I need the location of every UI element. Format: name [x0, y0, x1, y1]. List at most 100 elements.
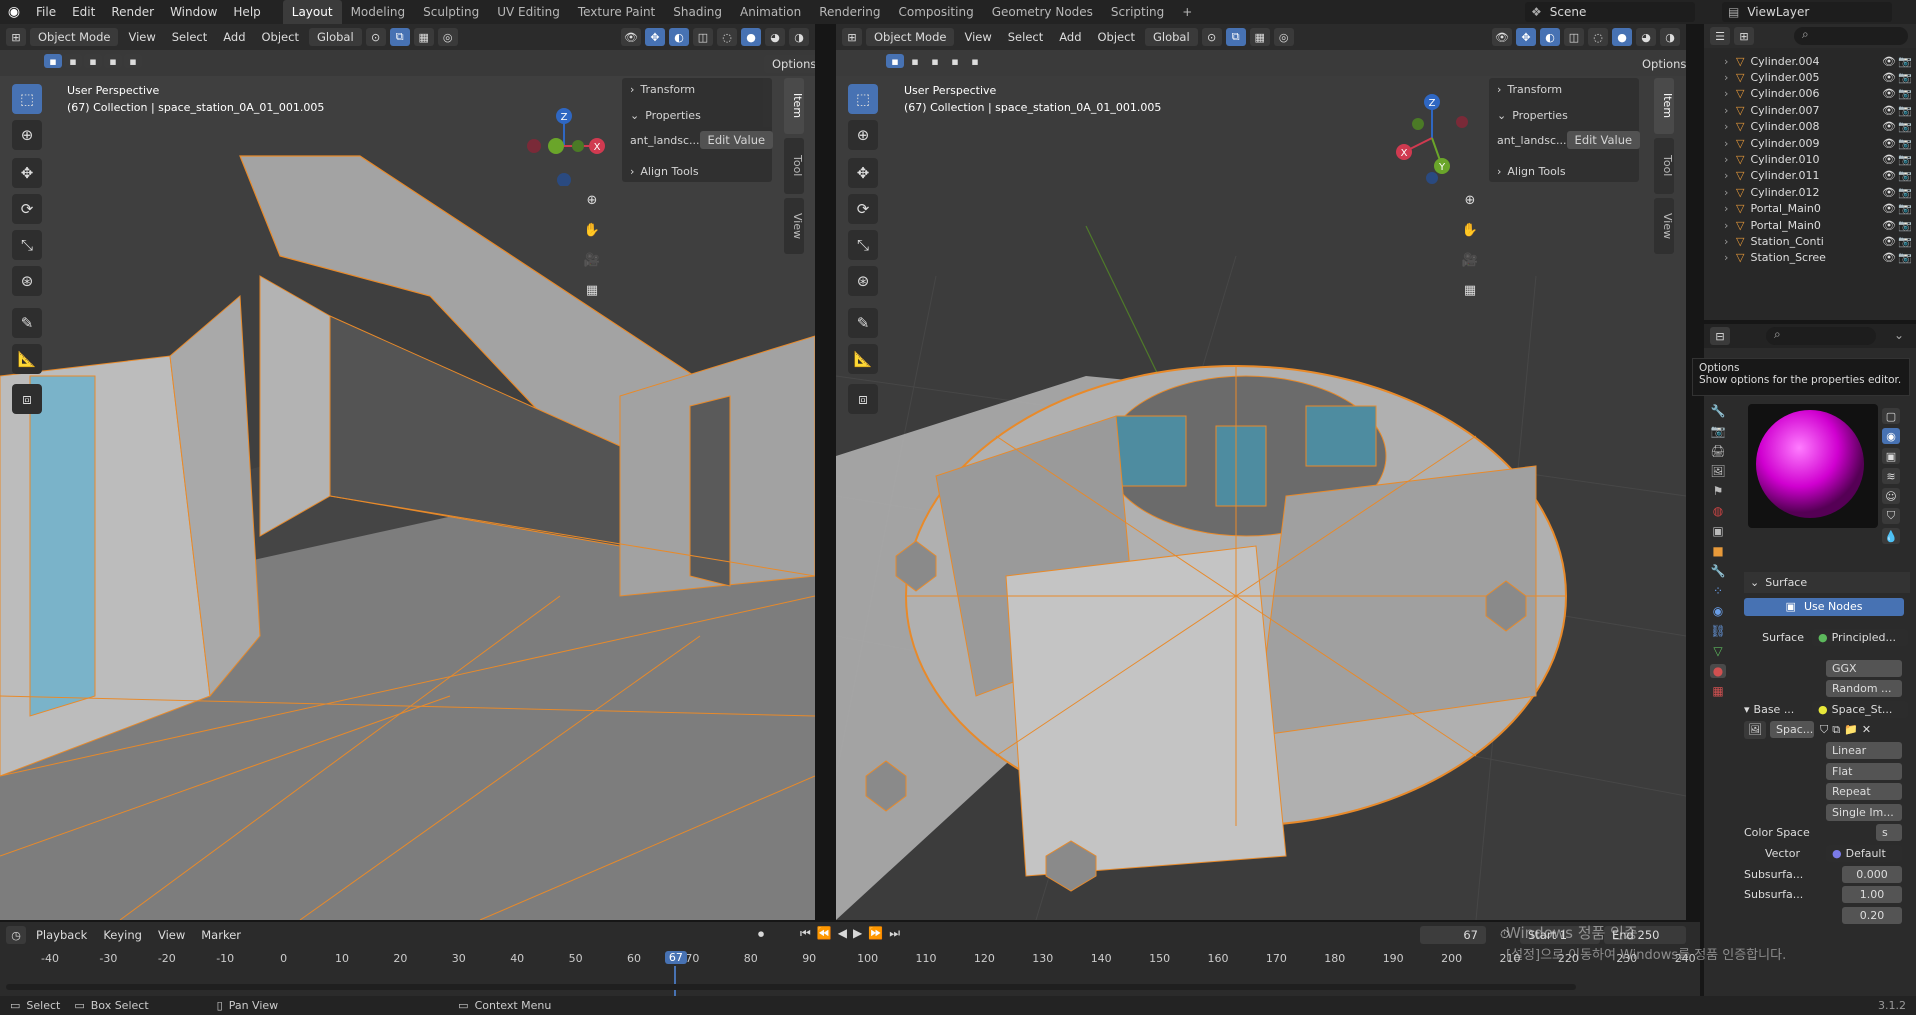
shading-material-icon[interactable]: ◕ — [1636, 28, 1656, 46]
viewport-left[interactable]: ⊞ Object Mode View Select Add Object Glo… — [0, 24, 815, 920]
properties-section[interactable]: ⌄ Properties — [1489, 104, 1639, 126]
next-keyframe-icon[interactable]: ⏩ — [868, 926, 883, 941]
tool-scale[interactable]: ⤡ — [12, 230, 42, 260]
expand-arrow-icon[interactable]: › — [1724, 251, 1728, 264]
select-extend-icon[interactable]: ▪ — [906, 54, 924, 68]
options-button[interactable]: Options — [764, 55, 815, 73]
select-intersect-icon[interactable]: ▪ — [966, 54, 984, 68]
tool-select-box[interactable]: ⬚ — [12, 84, 42, 114]
visibility-icon[interactable]: 👁 — [1492, 28, 1512, 46]
playback-menu[interactable]: Playback — [30, 928, 93, 942]
vector-field[interactable]: ● Default — [1826, 844, 1902, 862]
transform-section[interactable]: › Transform — [622, 78, 772, 100]
zoom-icon[interactable]: ⊕ — [1458, 188, 1482, 212]
overlay-icon[interactable]: ◐ — [669, 28, 689, 46]
camera-render-icon[interactable]: 📷 — [1898, 71, 1912, 84]
expand-arrow-icon[interactable]: › — [1724, 153, 1728, 166]
outliner-editor-icon[interactable]: ☰ — [1710, 27, 1730, 45]
timeline-scrollbar[interactable] — [6, 984, 1576, 990]
fake-user-icon[interactable]: ⛉ — [1820, 723, 1828, 737]
select-extend-icon[interactable]: ▪ — [64, 54, 82, 68]
use-nodes-button[interactable]: ▣ Use Nodes — [1744, 597, 1904, 616]
select-intersect-icon[interactable]: ▪ — [124, 54, 142, 68]
camera-render-icon[interactable]: 📷 — [1898, 137, 1912, 150]
world-tab-icon[interactable]: ◍ — [1713, 504, 1723, 518]
camera-render-icon[interactable]: 📷 — [1898, 251, 1912, 264]
outliner-search[interactable]: ⌕ — [1794, 27, 1908, 45]
data-tab-icon[interactable]: ▽ — [1713, 644, 1722, 658]
particles-tab-icon[interactable]: ⁘ — [1713, 584, 1723, 598]
eye-icon[interactable]: 👁 — [1882, 202, 1896, 215]
shading-wire-icon[interactable]: ◌ — [717, 28, 737, 46]
source-dropdown[interactable]: Single Im... — [1826, 803, 1902, 821]
tab-compositing[interactable]: Compositing — [889, 0, 982, 24]
duplicate-icon[interactable]: ⧉ — [1832, 723, 1840, 737]
eye-icon[interactable]: 👁 — [1882, 71, 1896, 84]
timeline-editor-icon[interactable]: ◷ — [6, 926, 26, 944]
mode-dropdown[interactable]: Object Mode — [866, 28, 955, 46]
tool-move[interactable]: ✥ — [848, 158, 878, 188]
tool-add-cube[interactable]: ⧈ — [848, 384, 878, 414]
expand-arrow-icon[interactable]: › — [1724, 169, 1728, 182]
select-subtract-icon[interactable]: ▪ — [926, 54, 944, 68]
outliner-row[interactable]: › ▽ Station_Conti 👁 📷 — [1704, 233, 1916, 249]
edit-value-button[interactable]: Edit Value — [1566, 131, 1641, 149]
navigation-gizmo[interactable]: Z X — [522, 102, 606, 186]
orientation-dropdown[interactable]: Global — [1144, 28, 1198, 46]
physics-tab-icon[interactable]: ◉ — [1713, 604, 1723, 618]
surface-section-header[interactable]: ⌄ Surface — [1744, 572, 1910, 593]
xray-icon[interactable]: ◫ — [693, 28, 713, 46]
shading-wire-icon[interactable]: ◌ — [1588, 28, 1608, 46]
current-frame-field[interactable]: 67 — [1420, 926, 1486, 944]
outliner-row[interactable]: › ▽ Cylinder.004 👁 📷 — [1704, 53, 1916, 69]
view-layer-selector[interactable]: ▤ ViewLayer — [1722, 2, 1892, 22]
texture-tab-icon[interactable]: ▦ — [1712, 684, 1723, 698]
transform-section[interactable]: › Transform — [1489, 78, 1639, 100]
tab-uv-editing[interactable]: UV Editing — [488, 0, 569, 24]
visibility-icon[interactable]: 👁 — [621, 28, 641, 46]
outliner-row[interactable]: › ▽ Cylinder.010 👁 📷 — [1704, 151, 1916, 167]
blender-logo-icon[interactable]: ◉ — [0, 4, 28, 20]
shading-rendered-icon[interactable]: ◑ — [1660, 28, 1680, 46]
eye-icon[interactable]: 👁 — [1882, 153, 1896, 166]
properties-editor-icon[interactable]: ⊟ — [1710, 327, 1730, 345]
outliner-row[interactable]: › ▽ Cylinder.005 👁 📷 — [1704, 69, 1916, 85]
gizmo-icon[interactable]: ✥ — [645, 28, 665, 46]
eye-icon[interactable]: 👁 — [1882, 87, 1896, 100]
preview-cube-icon[interactable]: ▣ — [1882, 448, 1900, 464]
eye-icon[interactable]: 👁 — [1882, 235, 1896, 248]
viewport-right[interactable]: ⊞ Object Mode View Select Add Object Glo… — [836, 24, 1686, 920]
view-layer-tab-icon[interactable]: 🖼 — [1710, 464, 1725, 478]
outliner-row[interactable]: › ▽ Cylinder.008 👁 📷 — [1704, 119, 1916, 135]
select-mode-buttons[interactable]: ▪ ▪ ▪ ▪ ▪ — [44, 54, 142, 68]
camera-render-icon[interactable]: 📷 — [1898, 186, 1912, 199]
material-tab-icon[interactable]: ● — [1709, 664, 1727, 678]
tab-layout[interactable]: Layout — [282, 0, 342, 24]
expand-arrow-icon[interactable]: › — [1724, 219, 1728, 232]
tab-scripting[interactable]: Scripting — [1102, 0, 1173, 24]
tool-add-cube[interactable]: ⧈ — [12, 384, 42, 414]
tool-transform[interactable]: ⊛ — [12, 266, 42, 296]
camera-icon[interactable]: 🎥 — [580, 248, 604, 272]
tool-annotate[interactable]: ✎ — [12, 308, 42, 338]
preview-plane-icon[interactable]: ▢ — [1882, 408, 1900, 424]
shading-rendered-icon[interactable]: ◑ — [789, 28, 809, 46]
tool-cursor[interactable]: ⊕ — [848, 120, 878, 150]
eye-icon[interactable]: 👁 — [1882, 104, 1896, 117]
select-new-icon[interactable]: ▪ — [44, 54, 62, 68]
timeline-ruler[interactable]: -40 -30 -20 -10 0 10 20 30 40 50 60 70 80 90 100 110 120… — [0, 952, 1700, 970]
eye-icon[interactable]: 👁 — [1882, 219, 1896, 232]
outliner-row[interactable]: › ▽ Cylinder.009 👁 📷 — [1704, 135, 1916, 151]
camera-icon[interactable]: 🎥 — [1458, 248, 1482, 272]
overlay-icon[interactable]: ◐ — [1540, 28, 1560, 46]
ortho-grid-icon[interactable]: ▦ — [580, 278, 604, 302]
tool-rotate[interactable]: ⟳ — [848, 194, 878, 224]
orientation-dropdown[interactable]: Global — [308, 28, 362, 46]
eye-icon[interactable]: 👁 — [1882, 55, 1896, 68]
play-reverse-icon[interactable]: ◀ — [838, 926, 847, 941]
surface-field[interactable]: ● Principled... — [1812, 628, 1908, 646]
menu-object[interactable]: Object — [256, 30, 305, 44]
camera-render-icon[interactable]: 📷 — [1898, 120, 1912, 133]
snap-target-icon[interactable]: ▦ — [413, 28, 434, 46]
select-subtract-icon[interactable]: ▪ — [84, 54, 102, 68]
